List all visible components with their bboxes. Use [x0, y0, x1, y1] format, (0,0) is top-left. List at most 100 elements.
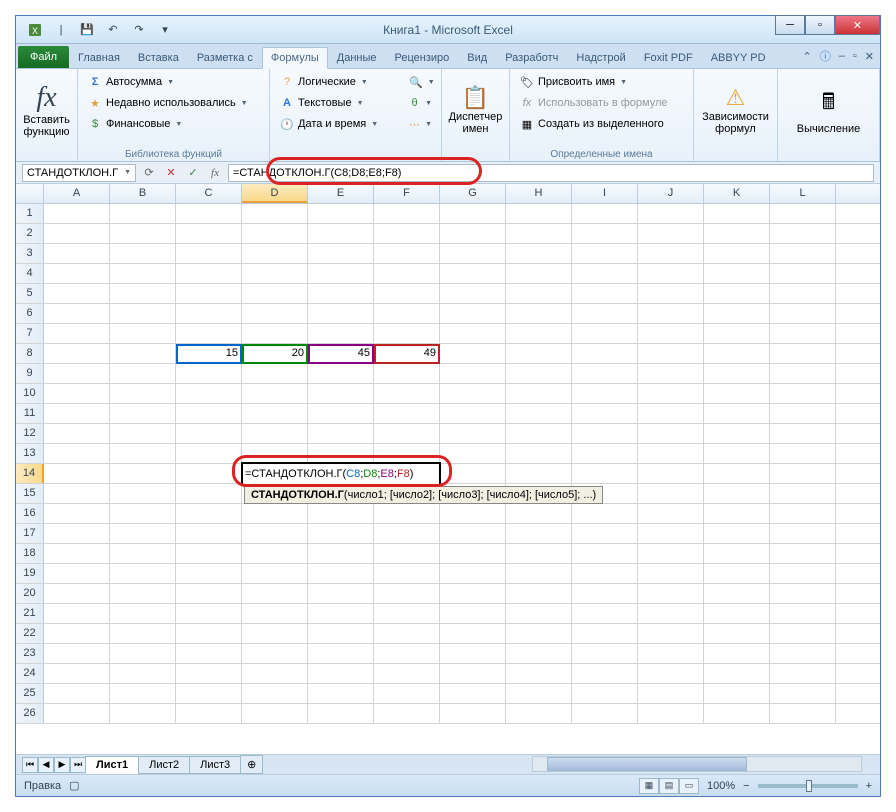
cell[interactable]: [242, 224, 308, 243]
ribbon-minimize-icon[interactable]: ⌃: [803, 50, 812, 63]
cell[interactable]: [308, 324, 374, 343]
cell[interactable]: [704, 664, 770, 683]
cell[interactable]: [110, 664, 176, 683]
cell[interactable]: [176, 324, 242, 343]
undo-button[interactable]: ↶: [102, 19, 124, 41]
cell[interactable]: [440, 444, 506, 463]
cell[interactable]: [770, 564, 836, 583]
cell[interactable]: [176, 444, 242, 463]
calculation-button[interactable]: 🖩 Вычисление: [784, 72, 873, 148]
cell[interactable]: [440, 284, 506, 303]
cell[interactable]: [110, 484, 176, 503]
cell[interactable]: [638, 284, 704, 303]
cell[interactable]: [704, 564, 770, 583]
cell[interactable]: [374, 224, 440, 243]
col-header-H[interactable]: H: [506, 184, 572, 203]
cell[interactable]: [44, 384, 110, 403]
cell[interactable]: [110, 604, 176, 623]
fb-cancel-button[interactable]: ✕: [162, 164, 180, 182]
cell[interactable]: [242, 204, 308, 223]
cell[interactable]: [506, 684, 572, 703]
col-header-C[interactable]: C: [176, 184, 242, 203]
cell[interactable]: [770, 544, 836, 563]
cell[interactable]: [110, 344, 176, 363]
cell[interactable]: 45: [308, 344, 374, 363]
cell[interactable]: [374, 584, 440, 603]
help-icon[interactable]: ⓘ: [820, 48, 831, 64]
cell[interactable]: [440, 664, 506, 683]
cell[interactable]: [242, 664, 308, 683]
row-header[interactable]: 9: [16, 364, 44, 383]
row-header[interactable]: 6: [16, 304, 44, 323]
cell[interactable]: [308, 264, 374, 283]
cell[interactable]: [572, 524, 638, 543]
cell[interactable]: [572, 204, 638, 223]
cell[interactable]: [506, 544, 572, 563]
cell[interactable]: [638, 604, 704, 623]
row-header[interactable]: 4: [16, 264, 44, 283]
cell[interactable]: [110, 204, 176, 223]
recent-button[interactable]: ★Недавно использовались▼: [84, 93, 263, 113]
cell[interactable]: [770, 484, 836, 503]
cell[interactable]: [704, 404, 770, 423]
cell[interactable]: [242, 564, 308, 583]
cell[interactable]: [440, 364, 506, 383]
cell[interactable]: [638, 364, 704, 383]
cell[interactable]: [374, 504, 440, 523]
row-header[interactable]: 24: [16, 664, 44, 683]
cell[interactable]: [770, 244, 836, 263]
cell[interactable]: [572, 384, 638, 403]
cell[interactable]: [440, 564, 506, 583]
cell[interactable]: [704, 204, 770, 223]
cell[interactable]: [44, 304, 110, 323]
cell[interactable]: [242, 504, 308, 523]
name-manager-button[interactable]: 📋 Диспетчеримен: [448, 72, 503, 148]
row-header[interactable]: 12: [16, 424, 44, 443]
cell[interactable]: [374, 324, 440, 343]
cell[interactable]: [308, 544, 374, 563]
cell[interactable]: [110, 224, 176, 243]
doc-min-icon[interactable]: –: [839, 50, 845, 62]
row-header[interactable]: 25: [16, 684, 44, 703]
cell[interactable]: [572, 244, 638, 263]
cell[interactable]: [704, 424, 770, 443]
cell[interactable]: [110, 584, 176, 603]
col-header-K[interactable]: K: [704, 184, 770, 203]
cell[interactable]: [110, 544, 176, 563]
zoom-in-button[interactable]: +: [866, 780, 872, 792]
cell[interactable]: [638, 504, 704, 523]
cell[interactable]: [506, 204, 572, 223]
cell[interactable]: [110, 284, 176, 303]
view-normal-button[interactable]: ▦: [639, 778, 659, 794]
tab-abbyy[interactable]: ABBYY PD: [702, 46, 775, 68]
maximize-button[interactable]: ▫: [805, 15, 835, 35]
insert-function-button[interactable]: fx Вставитьфункцию: [22, 72, 71, 148]
cell[interactable]: [572, 224, 638, 243]
cell[interactable]: [440, 264, 506, 283]
cell[interactable]: [374, 564, 440, 583]
cell[interactable]: [44, 284, 110, 303]
cell[interactable]: [176, 224, 242, 243]
cell[interactable]: [506, 384, 572, 403]
cell[interactable]: [440, 384, 506, 403]
cell[interactable]: [44, 344, 110, 363]
cell[interactable]: [506, 604, 572, 623]
cell[interactable]: [506, 504, 572, 523]
cell[interactable]: [374, 404, 440, 423]
cell[interactable]: [506, 564, 572, 583]
tab-formulas[interactable]: Формулы: [262, 47, 328, 69]
cell[interactable]: [308, 624, 374, 643]
cell[interactable]: [704, 544, 770, 563]
cell[interactable]: [110, 364, 176, 383]
view-layout-button[interactable]: ▤: [659, 778, 679, 794]
cell[interactable]: [44, 544, 110, 563]
cell[interactable]: [572, 284, 638, 303]
cell[interactable]: [374, 644, 440, 663]
redo-button[interactable]: ↷: [128, 19, 150, 41]
cell[interactable]: [638, 684, 704, 703]
cell[interactable]: [704, 324, 770, 343]
row-header[interactable]: 19: [16, 564, 44, 583]
cell[interactable]: [770, 324, 836, 343]
row-header[interactable]: 2: [16, 224, 44, 243]
cell[interactable]: [506, 644, 572, 663]
